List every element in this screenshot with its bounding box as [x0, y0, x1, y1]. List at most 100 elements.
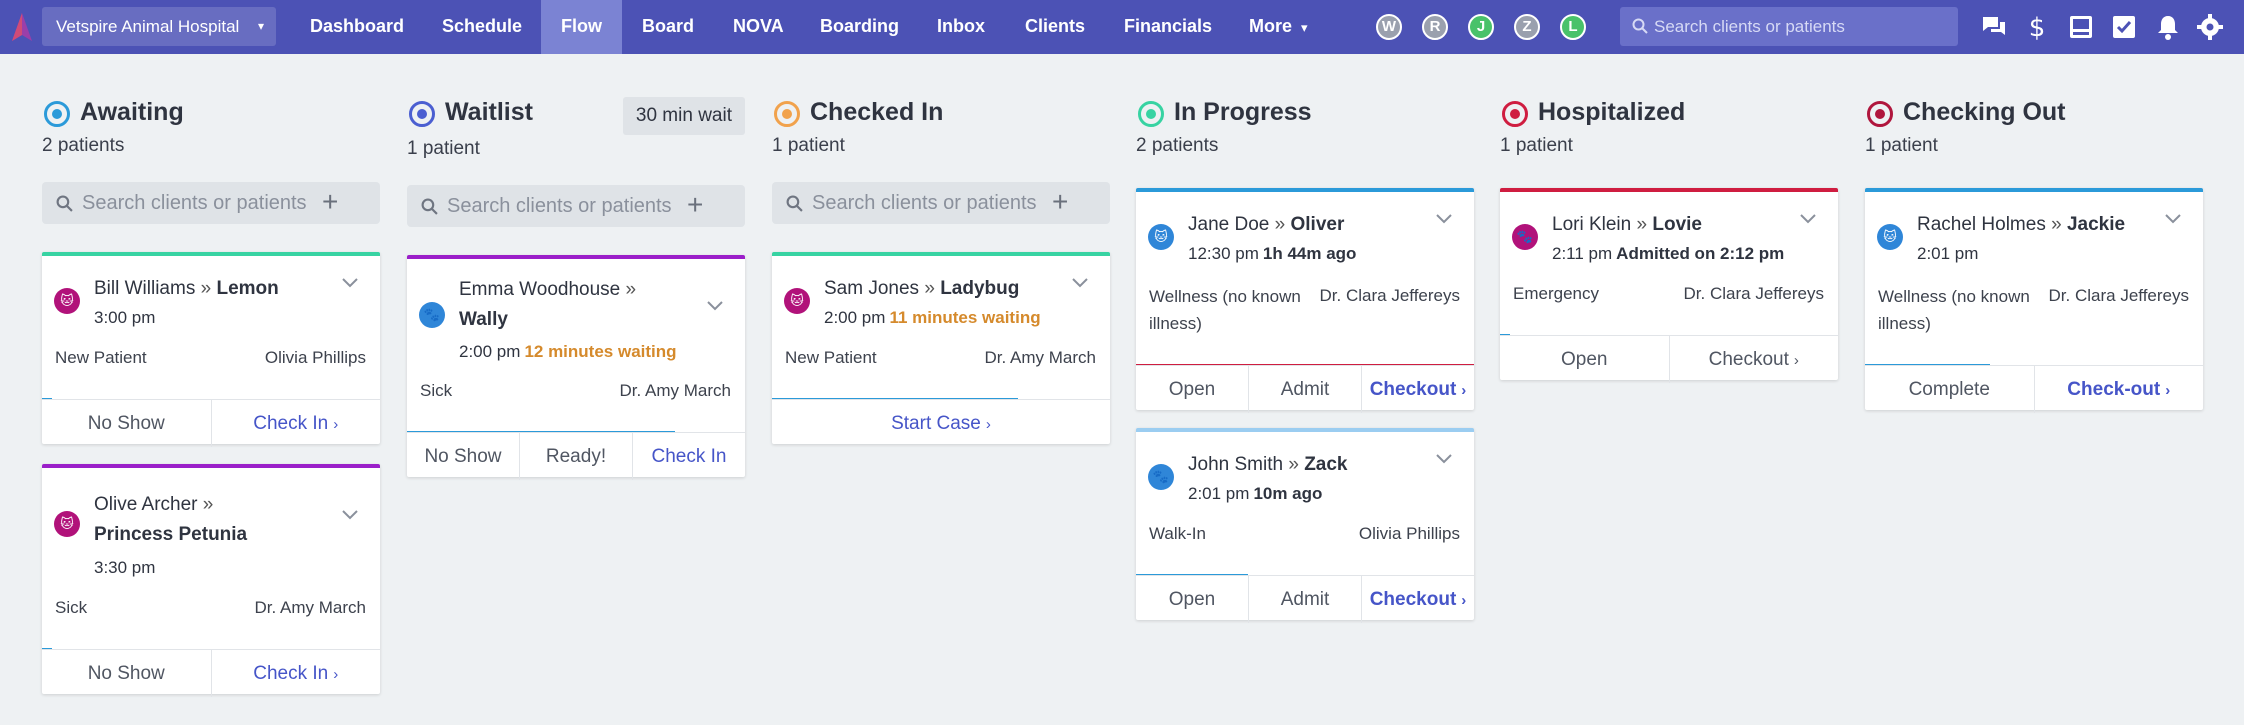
nav-more-label: More — [1249, 16, 1293, 36]
owner-patient-name[interactable]: Bill Williams » Lemon — [94, 278, 279, 300]
task-check-icon[interactable] — [2110, 13, 2138, 41]
avatar[interactable]: Z — [1514, 14, 1540, 40]
nav-nova[interactable]: NOVA — [733, 0, 784, 54]
settings-gear-icon[interactable] — [2196, 13, 2224, 41]
chat-icon[interactable] — [1980, 13, 2008, 41]
nav-schedule[interactable]: Schedule — [442, 0, 522, 54]
nav-more[interactable]: More ▾ — [1249, 0, 1308, 54]
checkout-label: Checkout — [1369, 379, 1457, 400]
card-actions: Open Admit Checkout › — [1136, 575, 1474, 623]
check-in-button[interactable]: Check In — [632, 433, 745, 480]
chevron-down-icon[interactable] — [342, 278, 358, 288]
ready-button[interactable]: Ready! — [519, 433, 632, 480]
provider-name: Dr. Clara Jeffereys — [2048, 286, 2189, 305]
admit-button[interactable]: Admit — [1248, 366, 1361, 413]
cat-icon: 🐱 — [54, 511, 80, 537]
nav-clients[interactable]: Clients — [1025, 0, 1085, 54]
vetspire-logo-icon[interactable] — [9, 11, 35, 43]
patient-count: 1 patient — [1500, 135, 1573, 156]
check-in-button[interactable]: Check In › — [210, 400, 381, 447]
checkout-button[interactable]: Checkout › — [1361, 576, 1474, 623]
owner-name: Bill Williams — [94, 278, 196, 299]
appointment-time: 2:11 pm — [1552, 244, 1613, 263]
patient-count: 1 patient — [1865, 135, 1938, 156]
column-search-placeholder: Search clients or patients — [812, 192, 1037, 214]
owner-name: Olive Archer — [94, 494, 198, 515]
nav-flow[interactable]: Flow — [541, 0, 622, 54]
patient-card[interactable]: 🐾 Emma Woodhouse » Wally 2:00 pm 12 minute… — [407, 255, 745, 480]
complete-button[interactable]: Complete — [1865, 366, 2034, 413]
chevron-down-icon[interactable] — [707, 301, 723, 311]
owner-patient-name[interactable]: Sam Jones » Ladybug — [824, 278, 1019, 300]
owner-patient-name[interactable]: Rachel Holmes » Jackie — [1917, 214, 2125, 236]
visit-reason: Sick — [420, 381, 453, 400]
provider-name: Dr. Clara Jeffereys — [1683, 284, 1824, 303]
no-show-button[interactable]: No Show — [407, 433, 519, 480]
owner-patient-name[interactable]: Emma Woodhouse » Wally — [459, 275, 689, 335]
chevron-down-icon[interactable] — [1436, 214, 1452, 224]
column-search-input[interactable]: Search clients or patients + — [407, 185, 745, 227]
bell-icon[interactable] — [2154, 13, 2182, 41]
start-case-button[interactable]: Start Case › — [772, 400, 1110, 447]
add-patient-icon[interactable]: + — [322, 182, 338, 222]
nav-inbox[interactable]: Inbox — [937, 0, 985, 54]
no-show-button[interactable]: No Show — [42, 400, 211, 447]
checkout-label: Checkout — [1369, 589, 1457, 610]
avatar[interactable]: W — [1376, 14, 1402, 40]
column-search-input[interactable]: Search clients or patients + — [42, 182, 380, 224]
chevron-down-icon[interactable] — [342, 510, 358, 520]
chevron-right-icon: › — [333, 666, 339, 683]
add-patient-icon[interactable]: + — [687, 185, 703, 225]
open-button[interactable]: Open — [1500, 336, 1669, 383]
nav-financials[interactable]: Financials — [1124, 0, 1212, 54]
nav-dashboard[interactable]: Dashboard — [310, 0, 404, 54]
nav-boarding[interactable]: Boarding — [820, 0, 899, 54]
global-search-input[interactable]: Search clients or patients — [1620, 7, 1958, 46]
patient-count: 1 patient — [772, 135, 845, 156]
owner-patient-name[interactable]: Lori Klein » Lovie — [1552, 214, 1702, 236]
provider-name: Dr. Clara Jeffereys — [1319, 286, 1460, 305]
card-actions: No Show Check In › — [42, 399, 380, 447]
avatar[interactable]: L — [1560, 14, 1586, 40]
column-title: Checked In — [810, 98, 944, 126]
avatar[interactable]: R — [1422, 14, 1448, 40]
nav-board[interactable]: Board — [642, 0, 694, 54]
patient-count: 2 patients — [1136, 135, 1219, 156]
open-button[interactable]: Open — [1136, 576, 1248, 623]
column-search-input[interactable]: Search clients or patients + — [772, 182, 1110, 224]
checkout-button[interactable]: Checkout › — [1361, 366, 1474, 413]
avatar[interactable]: J — [1468, 14, 1494, 40]
checkout-button[interactable]: Checkout › — [1668, 336, 1839, 383]
chevron-right-icon: › — [1461, 592, 1467, 609]
provider-name: Olivia Phillips — [264, 348, 366, 367]
check-in-button[interactable]: Check In › — [210, 650, 381, 697]
column-search-placeholder: Search clients or patients — [82, 192, 307, 214]
admit-button[interactable]: Admit — [1248, 576, 1361, 623]
hospital-selector[interactable]: Vetspire Animal Hospital ▾ — [42, 7, 276, 46]
add-patient-icon[interactable]: + — [1052, 182, 1068, 222]
elapsed-time: 1h 44m ago — [1262, 244, 1357, 263]
patient-card[interactable]: 🐱 Olive Archer » Princess Petunia 3:30 pm… — [42, 464, 381, 697]
patient-card[interactable]: 🐱 Sam Jones » Ladybug 2:00 pm 11 minutes … — [772, 252, 1110, 444]
patient-card[interactable]: 🐾 John Smith » Zack 2:01 pm 10m ago Walk-… — [1136, 428, 1474, 623]
patient-card[interactable]: 🐱 Rachel Holmes » Jackie 2:01 pm Wellnes… — [1865, 188, 2204, 413]
patient-card[interactable]: 🐱 Jane Doe » Oliver 12:30 pm 1h 44m ago W… — [1136, 188, 1474, 413]
owner-patient-name[interactable]: Jane Doe » Oliver — [1188, 214, 1344, 236]
top-nav: Vetspire Animal Hospital ▾ Dashboard Sch… — [0, 0, 2244, 54]
chevron-right-icon: › — [985, 416, 991, 433]
check-out-button[interactable]: Check-out › — [2033, 366, 2204, 413]
chevron-down-icon[interactable] — [1800, 214, 1816, 224]
patient-card[interactable]: 🐾 Lori Klein » Lovie 2:11 pm Admitted on … — [1500, 188, 1839, 383]
dollar-icon[interactable]: $ — [2023, 13, 2051, 41]
chevron-right-icon: › — [1793, 352, 1799, 369]
inbox-tray-icon[interactable] — [2067, 13, 2095, 41]
search-icon — [1632, 18, 1648, 34]
owner-patient-name[interactable]: Olive Archer » Princess Petunia — [94, 490, 324, 550]
open-button[interactable]: Open — [1136, 366, 1248, 413]
owner-patient-name[interactable]: John Smith » Zack — [1188, 454, 1348, 476]
chevron-down-icon[interactable] — [1072, 278, 1088, 288]
no-show-button[interactable]: No Show — [42, 650, 211, 697]
chevron-down-icon[interactable] — [2165, 214, 2181, 224]
patient-card[interactable]: 🐱 Bill Williams » Lemon 3:00 pm New Pati… — [42, 252, 380, 447]
chevron-down-icon[interactable] — [1436, 454, 1452, 464]
